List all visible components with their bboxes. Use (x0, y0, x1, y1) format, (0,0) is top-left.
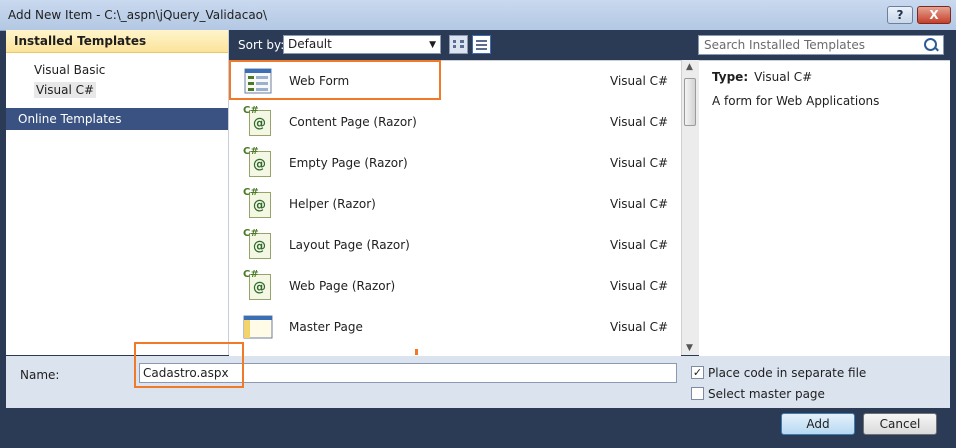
template-name: Content Page (Razor) (289, 115, 417, 129)
select-master-page-label: Select master page (708, 387, 825, 401)
installed-templates-header[interactable]: Installed Templates (6, 30, 228, 53)
webform-icon (244, 68, 272, 94)
template-language: Visual C# (610, 320, 669, 334)
sort-by-label: Sort by: (238, 38, 285, 52)
template-name: Web Page (Razor) (289, 279, 396, 293)
razor-page-icon: C# @ (243, 146, 273, 178)
tree-item-label: Visual C# (34, 82, 97, 98)
scroll-thumb[interactable] (684, 78, 696, 126)
razor-page-icon: C# @ (243, 105, 273, 137)
sort-by-value: Default (288, 37, 332, 51)
name-bar: Name: Cadastro.aspx ✓ Place code in sepa… (6, 342, 950, 408)
razor-page-icon: C# @ (243, 228, 273, 260)
template-language: Visual C# (610, 74, 669, 88)
template-categories-pane: Installed Templates Visual Basic Visual … (6, 30, 229, 355)
name-input[interactable]: Cadastro.aspx (139, 363, 677, 383)
template-row-empty-page[interactable]: C# @ Empty Page (Razor) Visual C# (229, 143, 681, 184)
template-row-web-form[interactable]: Web Form Visual C# (229, 61, 681, 102)
template-description: A form for Web Applications (712, 94, 880, 108)
tree-item-label: Visual Basic (34, 63, 106, 77)
annotation-mark (415, 349, 418, 355)
search-installed-templates-input[interactable]: Search Installed Templates (698, 35, 944, 55)
add-new-item-dialog: Add New Item - C:\_aspn\jQuery_Validacao… (0, 0, 956, 448)
template-row-layout-page[interactable]: C# @ Layout Page (Razor) Visual C# (229, 225, 681, 266)
search-icon[interactable] (924, 38, 937, 51)
type-value: Visual C# (754, 70, 813, 84)
place-code-label: Place code in separate file (708, 366, 867, 380)
template-language: Visual C# (610, 156, 669, 170)
details-view-button[interactable] (472, 35, 491, 54)
template-list: Web Form Visual C# C# @ Content Page (Raz… (229, 60, 681, 356)
template-language: Visual C# (610, 238, 669, 252)
template-row-content-page[interactable]: C# @ Content Page (Razor) Visual C# (229, 102, 681, 143)
template-name: Layout Page (Razor) (289, 238, 410, 252)
template-row-master-page[interactable]: Master Page Visual C# (229, 307, 681, 348)
template-language: Visual C# (610, 197, 669, 211)
template-name: Web Form (289, 74, 350, 88)
template-language: Visual C# (610, 115, 669, 129)
template-details-pane: Type: Visual C# A form for Web Applicatio… (699, 60, 950, 356)
scroll-up-icon[interactable]: ▲ (686, 62, 693, 72)
title-bar: Add New Item - C:\_aspn\jQuery_Validacao… (0, 0, 956, 31)
toolbar: Sort by: Default ▼ Search Installed Temp… (229, 30, 956, 60)
master-page-icon (243, 315, 273, 339)
chevron-down-icon: ▼ (429, 40, 436, 50)
tree-item-visual-csharp[interactable]: Visual C# (6, 80, 228, 100)
select-master-page-checkbox[interactable] (691, 387, 704, 400)
template-language: Visual C# (610, 279, 669, 293)
template-list-scrollbar[interactable]: ▲ ▼ (681, 60, 699, 355)
small-icons-view-button[interactable] (449, 35, 468, 54)
razor-page-icon: C# @ (243, 269, 273, 301)
place-code-checkbox[interactable]: ✓ (691, 366, 704, 379)
template-name: Empty Page (Razor) (289, 156, 408, 170)
scroll-down-icon[interactable]: ▼ (686, 343, 693, 353)
sort-by-select[interactable]: Default ▼ (283, 35, 441, 54)
razor-page-icon: C# @ (243, 187, 273, 219)
name-label: Name: (20, 368, 60, 382)
add-button[interactable]: Add (781, 413, 855, 435)
online-templates-header[interactable]: Online Templates (6, 108, 228, 130)
cancel-button[interactable]: Cancel (863, 413, 937, 435)
dialog-footer: Add Cancel (0, 408, 956, 448)
template-name: Helper (Razor) (289, 197, 376, 211)
search-placeholder: Search Installed Templates (704, 38, 865, 52)
help-button[interactable]: ? (887, 6, 913, 24)
template-type: Type: Visual C# (712, 70, 812, 84)
template-row-helper[interactable]: C# @ Helper (Razor) Visual C# (229, 184, 681, 225)
template-name: Master Page (289, 320, 363, 334)
close-button[interactable]: X (917, 6, 951, 24)
tree-item-visual-basic[interactable]: Visual Basic (6, 60, 228, 80)
template-row-web-page[interactable]: C# @ Web Page (Razor) Visual C# (229, 266, 681, 307)
type-label: Type: (712, 70, 749, 84)
window-title: Add New Item - C:\_aspn\jQuery_Validacao… (8, 8, 268, 22)
